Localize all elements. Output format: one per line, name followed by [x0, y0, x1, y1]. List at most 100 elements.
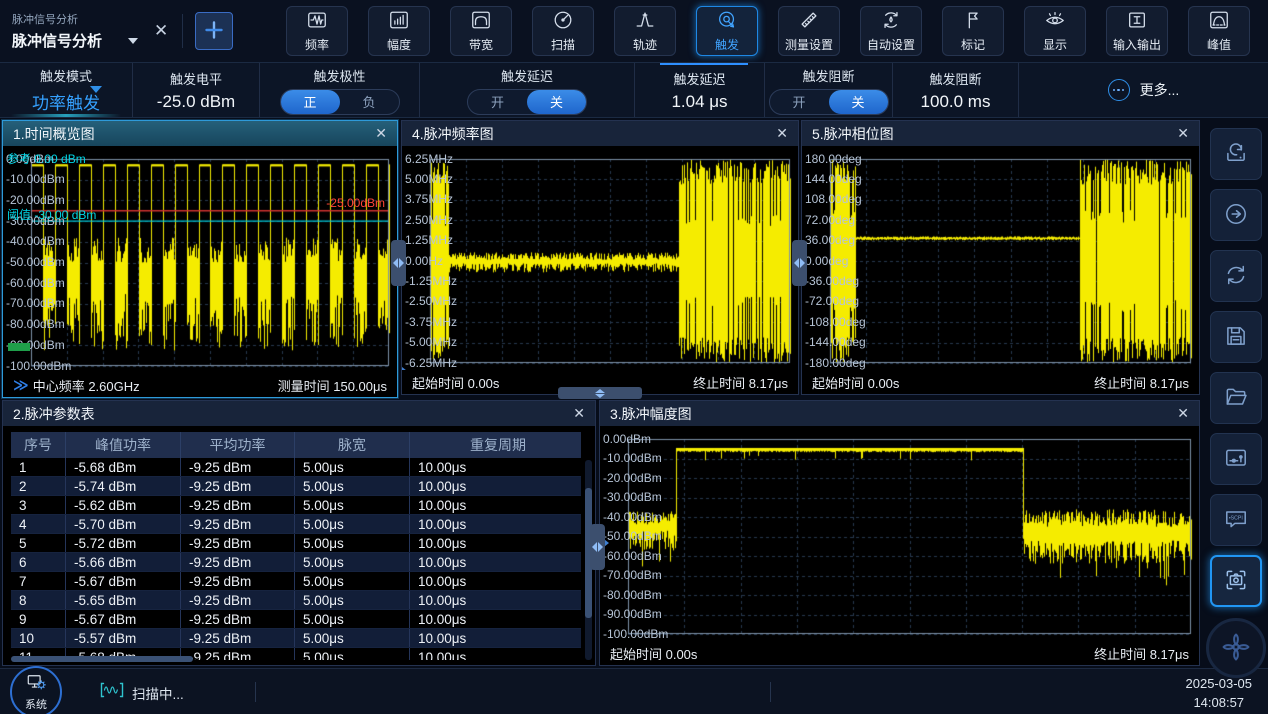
close-icon[interactable]: ✕ — [776, 125, 788, 142]
toggle-option[interactable]: 关 — [527, 90, 586, 114]
system-button[interactable]: 系统 — [10, 666, 62, 714]
measure-time-label: 测量时间 150.00μs — [278, 376, 387, 395]
toolbar-button-input-output[interactable]: 输入输出 — [1106, 6, 1168, 56]
toolbar-button-sweep[interactable]: 扫描 — [532, 6, 594, 56]
panel-title-bar[interactable]: 5.脉冲相位图 ✕ — [802, 121, 1199, 146]
time-overview-chart: 0.00dBm-10.00dBm-20.00dBm-30.00dBm-40.00… — [3, 146, 397, 373]
nav-wheel-icon — [1219, 630, 1253, 667]
horizontal-scrollbar[interactable] — [11, 656, 193, 662]
close-tab-icon[interactable]: ✕ — [154, 21, 168, 41]
toolbar-button-bandwidth[interactable]: 带宽 — [450, 6, 512, 56]
status-bar: 系统 扫描中... 2025-03-05 14:08:57 — [0, 668, 1268, 714]
setting-toggle-5[interactable]: 触发阻断开关 — [765, 63, 893, 117]
panel-title-bar[interactable]: 2.脉冲参数表 ✕ — [3, 401, 595, 426]
vertical-splitter[interactable] — [590, 524, 605, 570]
toggle-switch[interactable]: 正负 — [280, 89, 400, 115]
add-measurement-button[interactable] — [195, 12, 233, 50]
toggle-option[interactable]: 正 — [281, 90, 340, 114]
preset-icon — [1223, 140, 1249, 169]
toolbar-button-frequency[interactable]: 频率 — [286, 6, 348, 56]
panel-title-bar[interactable]: 1.时间概览图 ✕ — [3, 121, 397, 146]
table-cell: -9.25 dBm — [181, 515, 295, 533]
toolbar-button-meas-setup[interactable]: 测量设置 — [778, 6, 840, 56]
app-tab-titles: 脉冲信号分析 脉冲信号分析 — [12, 11, 138, 51]
table-cell: 5.00μs — [295, 496, 410, 514]
toggle-switch[interactable]: 开关 — [769, 89, 889, 115]
table-cell: 9 — [11, 610, 66, 628]
toolbar-button-amplitude[interactable]: 幅度 — [368, 6, 430, 56]
vertical-splitter[interactable] — [391, 240, 406, 286]
setting-label: 触发电平 — [170, 69, 222, 88]
more-settings-button[interactable]: 更多... — [1019, 63, 1268, 117]
table-cell: -9.25 dBm — [181, 591, 295, 609]
vertical-splitter[interactable] — [792, 240, 807, 286]
sidebar-button-save[interactable] — [1210, 311, 1262, 363]
setting-toggle-3[interactable]: 触发延迟开关 — [420, 63, 635, 117]
toolbar-button-auto-setup[interactable]: 自动设置 — [860, 6, 922, 56]
toolbar-button-display[interactable]: 显示 — [1024, 6, 1086, 56]
app-tab[interactable]: 脉冲信号分析 脉冲信号分析 ✕ — [0, 0, 280, 62]
setting-dropdown-0[interactable]: 触发模式功率触发 — [0, 63, 133, 117]
table-cell: -9.25 dBm — [181, 610, 295, 628]
close-icon[interactable]: ✕ — [1177, 405, 1189, 422]
toolbar-button-trace[interactable]: 轨迹 — [614, 6, 676, 56]
setting-toggle-2[interactable]: 触发极性正负 — [260, 63, 420, 117]
svg-text:•SCPI: •SCPI — [1229, 515, 1243, 521]
toggle-option[interactable]: 开 — [468, 90, 527, 114]
sidebar-button-run[interactable] — [1210, 189, 1262, 241]
collapse-handle-icon[interactable] — [402, 367, 411, 370]
table-cell: 5.00μs — [295, 591, 410, 609]
sidebar-button-front-panel[interactable] — [1210, 433, 1262, 485]
toolbar-button-label: 频率 — [305, 36, 329, 53]
table-cell: -5.66 dBm — [66, 553, 181, 571]
panel-pulse-phase: 5.脉冲相位图 ✕ 180.00deg144.00deg108.00deg72.… — [801, 120, 1200, 395]
marker-icon — [962, 9, 984, 34]
sweep-status-icon — [100, 681, 124, 704]
panel-pulse-frequency: 4.脉冲频率图 ✕ 6.25MHz5.00MHz3.75MHz2.50MHz1.… — [401, 120, 799, 395]
sidebar-button-open-folder[interactable] — [1210, 372, 1262, 424]
table-cell: 2 — [11, 477, 66, 495]
table-cell: 5 — [11, 534, 66, 552]
table-cell: -5.74 dBm — [66, 477, 181, 495]
chart-canvas — [402, 146, 798, 370]
panel-title-bar[interactable]: 4.脉冲频率图 ✕ — [402, 121, 798, 146]
toggle-option[interactable]: 开 — [770, 90, 829, 114]
chart-canvas — [802, 146, 1199, 370]
table-cell: -5.68 dBm — [66, 458, 181, 476]
table-cell: 5.00μs — [295, 534, 410, 552]
close-icon[interactable]: ✕ — [1177, 125, 1189, 142]
navigation-wheel-button[interactable] — [1206, 618, 1266, 678]
close-icon[interactable]: ✕ — [573, 405, 585, 422]
table-row: 2-5.74 dBm-9.25 dBm5.00μs10.00μs — [11, 477, 581, 496]
main-area: 1.时间概览图 ✕ 0.00dBm-10.00dBm-20.00dBm-30.0… — [0, 118, 1204, 668]
toolbar-button-peak[interactable]: 峰值 — [1188, 6, 1250, 56]
expand-chevrons-icon[interactable]: ≫ — [13, 376, 29, 394]
toolbar-button-label: 触发 — [715, 36, 739, 53]
start-time-label: 起始时间 0.00s — [812, 373, 899, 392]
table-cell: 10.00μs — [410, 629, 581, 647]
horizontal-splitter[interactable] — [558, 387, 642, 399]
panel-pulse-amplitude: 3.脉冲幅度图 ✕ 0.00dBm-10.00dBm-20.00dBm-30.0… — [599, 400, 1200, 666]
chevron-down-icon[interactable] — [128, 38, 138, 44]
sidebar-button-screenshot[interactable] — [1210, 555, 1262, 607]
panel-title-bar[interactable]: 3.脉冲幅度图 ✕ — [600, 401, 1199, 426]
sidebar-button-sync[interactable] — [1210, 250, 1262, 302]
toggle-option[interactable]: 负 — [340, 90, 399, 114]
scpi-icon: •SCPI — [1223, 506, 1249, 535]
toggle-option[interactable]: 关 — [829, 90, 888, 114]
app-subtitle: 脉冲信号分析 — [12, 11, 138, 27]
table-cell: -5.70 dBm — [66, 515, 181, 533]
more-label: 更多... — [1140, 80, 1180, 100]
sidebar-button-preset[interactable] — [1210, 128, 1262, 180]
meas-setup-icon — [798, 9, 820, 34]
toolbar-button-trigger[interactable]: 触发 — [696, 6, 758, 56]
table-cell: 10.00μs — [410, 553, 581, 571]
sidebar-button-scpi[interactable]: •SCPI — [1210, 494, 1262, 546]
toolbar-button-label: 显示 — [1043, 36, 1067, 53]
table-header-row: 序号峰值功率平均功率脉宽重复周期 — [11, 432, 581, 458]
table-cell: 10.00μs — [410, 458, 581, 476]
close-icon[interactable]: ✕ — [375, 125, 387, 142]
toolbar-button-marker[interactable]: 标记 — [942, 6, 1004, 56]
amplitude-icon — [388, 9, 410, 34]
toggle-switch[interactable]: 开关 — [467, 89, 587, 115]
